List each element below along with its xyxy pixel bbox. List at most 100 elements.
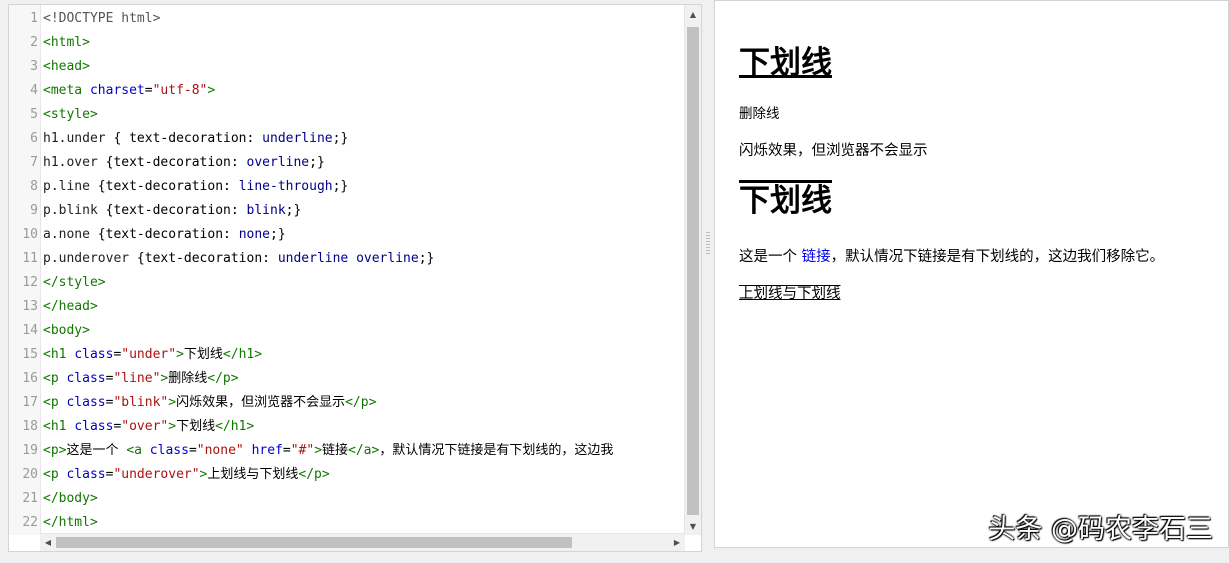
code-line[interactable]: </head> [43, 295, 98, 319]
line-number: 6 [30, 131, 38, 146]
code-token: > [176, 347, 184, 362]
preview-h1-underline: 下划线 [739, 45, 832, 81]
code-line[interactable]: </body> [43, 487, 98, 511]
code-token: = [188, 443, 197, 458]
code-token: p.line [43, 179, 98, 194]
code-line[interactable]: <body> [43, 319, 90, 343]
code-token: "underover" [113, 467, 200, 482]
line-number: 10 [22, 227, 38, 242]
code-line[interactable]: <h1 class="under">下划线</h1> [43, 343, 262, 367]
horizontal-scrollbar[interactable]: ◀ ▶ [40, 533, 685, 551]
code-token: class [66, 371, 106, 386]
code-line[interactable]: p.line {text-decoration: line-through;} [43, 175, 348, 199]
code-token: ;} [270, 227, 286, 242]
code-token: "blink" [113, 395, 169, 410]
code-token: <p [43, 371, 67, 386]
preview-link[interactable]: 链接 [802, 249, 831, 265]
code-token: "none" [196, 443, 252, 458]
code-token: </h1> [215, 419, 255, 434]
scroll-up-arrow-icon[interactable]: ▲ [685, 7, 701, 23]
code-line[interactable]: <!DOCTYPE html> [43, 7, 160, 31]
code-editor-panel[interactable]: 1 2 3 4 5 6 7 8 9 10 11 12 13 14 15 16 17 18 19 20 21 22 <!DO… [8, 4, 702, 552]
vertical-scrollbar[interactable]: ▲ ▼ [684, 5, 701, 535]
code-token: overline [246, 155, 310, 170]
horizontal-scroll-thumb[interactable] [56, 537, 572, 548]
code-token: p.blink [43, 203, 106, 218]
code-line[interactable]: <meta charset="utf-8"> [43, 79, 215, 103]
line-number: 7 [30, 155, 38, 170]
vertical-scroll-thumb[interactable] [687, 27, 699, 515]
code-token: {text-decoration: [136, 251, 278, 266]
code-token: line-through [238, 179, 333, 194]
code-token: blink [246, 203, 286, 218]
code-token: <style> [43, 107, 98, 122]
line-number: 21 [22, 491, 38, 506]
splitter-grip-icon[interactable] [706, 232, 710, 254]
code-line[interactable]: </html> [43, 511, 98, 535]
preview-text-after-link: ，默认情况下链接是有下划线的，这边我们移除它。 [830, 249, 1165, 265]
pane-splitter[interactable] [702, 4, 714, 552]
code-token: ;} [332, 131, 349, 146]
code-line[interactable]: h1.under { text-decoration: underline;} [43, 127, 348, 151]
line-number: 19 [22, 443, 38, 458]
code-token: </head> [43, 299, 98, 314]
code-token: 下划线 [183, 347, 223, 362]
code-line[interactable]: <p class="line">删除线</p> [43, 367, 239, 391]
code-line[interactable]: <p>这是一个 <a class="none" href="#">链接</a>，… [43, 439, 613, 463]
code-line[interactable]: <h1 class="over">下划线</h1> [43, 415, 254, 439]
code-line[interactable]: p.blink {text-decoration: blink;} [43, 199, 301, 223]
scroll-right-arrow-icon[interactable]: ▶ [669, 534, 685, 551]
code-token: > [314, 443, 323, 458]
code-line[interactable]: <p class="blink">闪烁效果，但浏览器不会显示</p> [43, 391, 376, 415]
code-line[interactable]: a.none {text-decoration: none;} [43, 223, 286, 247]
line-number-gutter: 1 2 3 4 5 6 7 8 9 10 11 12 13 14 15 16 17 18 19 20 21 22 [9, 5, 41, 535]
line-number: 1 [30, 11, 38, 26]
scroll-left-arrow-icon[interactable]: ◀ [40, 534, 56, 551]
code-token: h1.over [43, 155, 106, 170]
preview-panel: 下划线 删除线 闪烁效果，但浏览器不会显示 下划线 这是一个 链接，默认情况下链… [714, 0, 1229, 548]
line-number: 13 [22, 299, 38, 314]
line-number: 11 [22, 251, 38, 266]
code-line[interactable]: <head> [43, 55, 90, 79]
code-token: 链接 [322, 443, 349, 458]
line-number: 20 [22, 467, 38, 482]
line-number: 22 [22, 515, 38, 530]
code-line[interactable]: </style> [43, 271, 106, 295]
code-token: </body> [43, 491, 98, 506]
watermark: 头条 @码农李石三 [988, 514, 1213, 545]
code-token: <body> [43, 323, 90, 338]
code-token: class [74, 347, 114, 362]
code-area[interactable]: <!DOCTYPE html> <html> <head> <meta charset… [43, 5, 685, 535]
code-token: 这是一个 [66, 443, 127, 458]
code-token: {text-decoration: [97, 227, 239, 242]
scroll-down-arrow-icon[interactable]: ▼ [685, 519, 701, 535]
code-token: <a [126, 443, 150, 458]
line-number: 17 [22, 395, 38, 410]
code-token: {text-decoration: [97, 179, 239, 194]
code-token: = [282, 443, 291, 458]
preview-p-blink: 闪烁效果，但浏览器不会显示 [739, 143, 928, 159]
code-token: > [168, 395, 177, 410]
preview-h1-overline: 下划线 [739, 183, 832, 219]
code-token: 下划线 [176, 419, 216, 434]
code-token: ，默认情况下链接是有下划线的，这边我 [379, 443, 614, 458]
code-token: 删除线 [168, 371, 208, 386]
line-number: 12 [22, 275, 38, 290]
code-token: underline overline [277, 251, 419, 266]
line-number: 16 [22, 371, 38, 386]
code-token: "line" [113, 371, 161, 386]
code-token: </a> [348, 443, 380, 458]
line-number: 4 [30, 83, 38, 98]
code-token: "#" [290, 443, 315, 458]
code-line[interactable]: p.underover {text-decoration: underline … [43, 247, 434, 271]
line-number: 3 [30, 59, 38, 74]
code-token: <html> [43, 35, 90, 50]
code-line[interactable]: h1.over {text-decoration: overline;} [43, 151, 325, 175]
code-line[interactable]: <p class="underover">上划线与下划线</p> [43, 463, 330, 487]
code-token: <p> [43, 443, 67, 458]
code-token: none [238, 227, 270, 242]
code-token: class [149, 443, 189, 458]
code-line[interactable]: <html> [43, 31, 90, 55]
code-line[interactable]: <style> [43, 103, 98, 127]
code-token: </style> [43, 275, 106, 290]
